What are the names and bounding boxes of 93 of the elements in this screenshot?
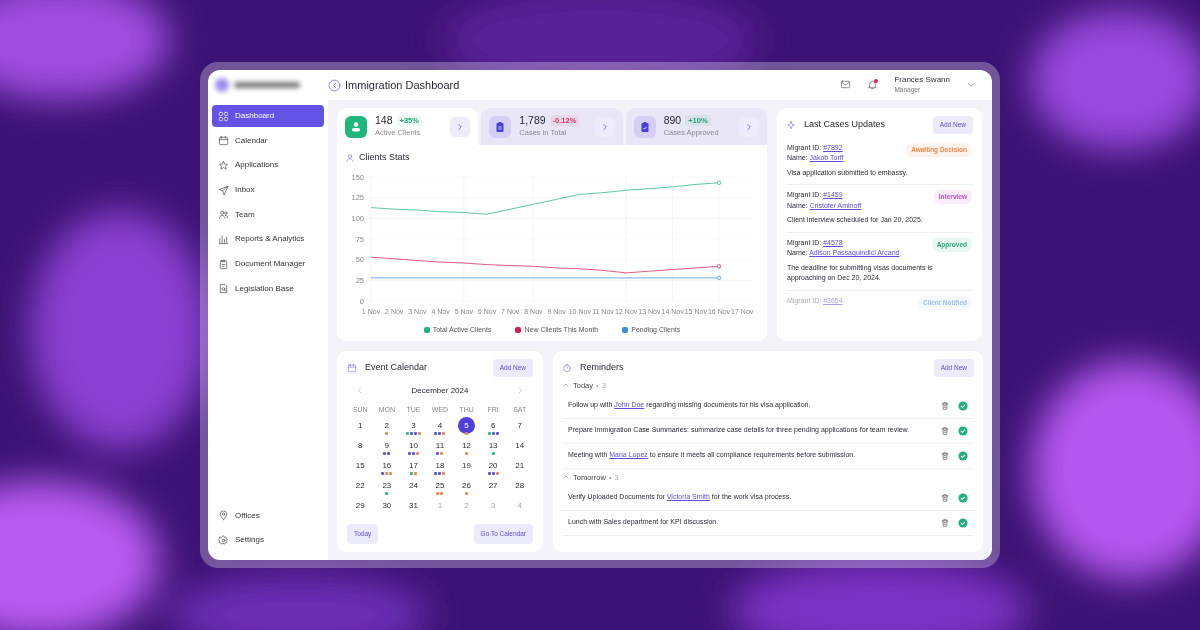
clipboard-icon [218, 258, 229, 270]
bar-chart-icon [218, 233, 229, 245]
calendar-day[interactable]: 16 [378, 457, 396, 475]
chevron-icon [744, 121, 754, 132]
calendar-day[interactable]: 9 [378, 437, 396, 455]
next-button[interactable] [739, 116, 759, 137]
clipboard-icon [489, 115, 512, 138]
star-icon [218, 159, 229, 171]
calendar-day[interactable]: 24 [404, 477, 422, 495]
calendar-day[interactable]: 1 [351, 417, 369, 435]
chart-point [716, 180, 722, 185]
next-button[interactable] [450, 116, 471, 137]
calendar-day[interactable]: 12 [458, 437, 476, 455]
stat-value: 1,789 [519, 115, 546, 127]
check-icon[interactable] [958, 517, 968, 528]
calendar-day[interactable]: 3 [404, 417, 422, 435]
calendar-day[interactable]: 4 [431, 417, 449, 435]
calendar-day[interactable]: 31 [404, 497, 422, 515]
card-title: Event Calendar [365, 361, 428, 375]
sidebar-item[interactable]: Applications [212, 154, 324, 177]
calendar-day[interactable]: 23 [378, 477, 396, 495]
stat-value: 148 [375, 115, 393, 127]
chevron-icon [516, 386, 525, 396]
calendar-day[interactable]: 29 [351, 497, 369, 515]
calendar-day[interactable]: 17 [404, 457, 422, 475]
sidebar-item[interactable]: Dashboard [212, 105, 324, 127]
calendar-day[interactable]: 19 [458, 457, 476, 475]
sidebar-item[interactable]: Legislation Base [212, 277, 324, 300]
calendar-day[interactable]: 6 [484, 417, 502, 435]
calendar-day[interactable]: 13 [484, 437, 502, 455]
calendar-day[interactable]: 18 [431, 457, 449, 475]
sidebar-item[interactable]: Settings [212, 529, 324, 552]
delete-icon [940, 450, 950, 461]
calendar-day[interactable]: 20 [484, 457, 502, 475]
calendar-day[interactable]: 10 [404, 437, 422, 455]
previous-month-button[interactable] [355, 386, 364, 396]
card-title: Reminders [580, 361, 624, 375]
grid-icon [218, 110, 229, 122]
calendar-day[interactable]: 15 [351, 457, 369, 475]
chevron-icon [355, 386, 364, 396]
sidebar-item[interactable]: Reports & Analytics [212, 228, 324, 251]
clipboard-check-icon [633, 115, 656, 138]
sparkle-icon [786, 119, 796, 130]
bell-icon [867, 79, 879, 91]
sidebar-item[interactable]: Calendar [212, 129, 324, 152]
calendar-day[interactable]: 28 [511, 477, 529, 495]
chevron-down-icon [966, 80, 976, 90]
person-icon [345, 115, 367, 138]
calendar-icon [347, 362, 357, 373]
stat-value: 890 [663, 115, 682, 127]
calendar-day[interactable]: 2 [378, 417, 396, 435]
month-label: December 2024 [411, 384, 469, 397]
mail-icon [840, 79, 852, 91]
calendar-icon [218, 135, 229, 147]
calendar-day[interactable]: 14 [511, 437, 529, 455]
sidebar-item[interactable]: Document Manager [212, 253, 324, 276]
stopwatch-icon [562, 362, 572, 373]
location-pin-icon [218, 510, 229, 522]
next-month-button[interactable] [516, 386, 525, 396]
paper-plane-icon [218, 184, 229, 196]
delete-icon [940, 517, 950, 528]
check-icon[interactable] [958, 492, 968, 503]
people-icon [218, 209, 229, 221]
chart-point [716, 263, 722, 268]
card-title: Last Cases Updates [804, 118, 886, 132]
page-title: Immigration Dashboard [345, 77, 460, 93]
check-icon[interactable] [958, 400, 968, 411]
next-button[interactable] [594, 116, 615, 137]
document-search-icon [218, 283, 229, 295]
delete-icon [940, 425, 950, 436]
sidebar-item[interactable]: Inbox [212, 179, 324, 202]
calendar-day[interactable]: 27 [484, 477, 502, 495]
calendar-day[interactable]: 21 [511, 457, 529, 475]
person-icon [345, 152, 355, 163]
calendar-day[interactable]: 5 [458, 417, 476, 435]
settings-icon [218, 534, 229, 546]
calendar-day[interactable]: 11 [431, 437, 449, 455]
calendar-day[interactable]: 26 [458, 477, 476, 495]
sidebar-item[interactable]: Offices [212, 504, 324, 527]
calendar-day[interactable]: 22 [351, 477, 369, 495]
user-name: Frances Swann [894, 75, 950, 85]
calendar-day[interactable]: 25 [431, 477, 449, 495]
calendar-day[interactable]: 30 [378, 497, 396, 515]
card-title: Clients Stats [359, 151, 410, 164]
back-icon [328, 78, 341, 92]
delete-icon [940, 492, 950, 503]
chart-point [716, 275, 722, 280]
calendar-day[interactable]: 8 [351, 437, 369, 455]
check-icon[interactable] [958, 450, 968, 461]
delete-icon [940, 400, 950, 411]
calendar-day[interactable]: 7 [511, 417, 529, 435]
sidebar-item[interactable]: Team [212, 203, 324, 226]
check-icon[interactable] [958, 425, 968, 436]
